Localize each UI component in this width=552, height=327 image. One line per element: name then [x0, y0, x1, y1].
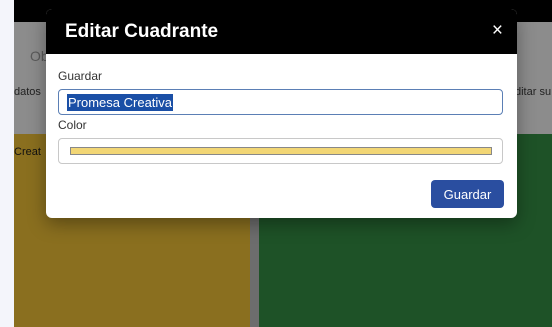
color-input[interactable]	[58, 138, 503, 164]
modal-header: Editar Cuadrante ×	[46, 9, 517, 54]
color-field-label: Color	[58, 118, 87, 132]
name-input[interactable]: Promesa Creativa	[58, 89, 503, 115]
modal-title: Editar Cuadrante	[65, 21, 219, 42]
name-field-label: Guardar	[58, 69, 103, 83]
edit-quadrant-modal: Editar Cuadrante × Guardar Promesa Creat…	[46, 9, 517, 218]
save-button[interactable]: Guardar	[431, 180, 504, 208]
quadrant-panel-left-label: Creat	[14, 146, 41, 158]
color-swatch[interactable]	[70, 147, 492, 155]
page-left-margin	[0, 0, 14, 327]
name-input-value: Promesa Creativa	[67, 94, 174, 111]
close-icon[interactable]: ×	[492, 21, 503, 40]
background-right-text: ditar su	[515, 86, 552, 98]
background-left-text: datos	[14, 86, 41, 98]
